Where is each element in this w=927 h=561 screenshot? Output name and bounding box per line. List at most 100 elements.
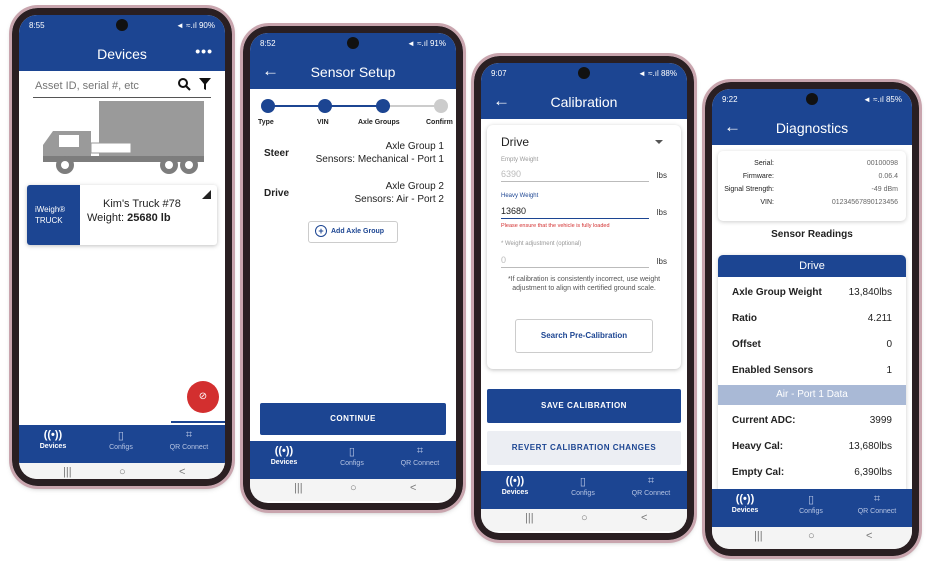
no-signal-icon: ⊘: [198, 391, 208, 402]
step-dot-vin: [318, 99, 332, 113]
reading-value: 13,840lbs: [848, 287, 892, 298]
device-name: Kim's Truck #78: [103, 198, 181, 210]
sensor-setup-screen: 8:52 ◄ ≈.ıl 91% ← Sensor Setup Type VIN …: [250, 33, 456, 503]
brand-line2: TRUCK: [35, 216, 63, 225]
device-card[interactable]: iWeigh® TRUCK Kim's Truck #78 Weight: 25…: [27, 185, 217, 245]
devices-icon: ((•)): [505, 475, 525, 487]
reading-key: Ratio: [732, 313, 757, 324]
tab-configs[interactable]: ▯ Configs: [87, 429, 155, 451]
home-icon[interactable]: ○: [581, 512, 588, 524]
tab-qr-connect[interactable]: ⌗ QR Connect: [617, 475, 685, 497]
recent-apps-icon[interactable]: |||: [754, 530, 763, 542]
continue-button[interactable]: CONTINUE: [260, 403, 446, 435]
tab-qr-connect[interactable]: ⌗ QR Connect: [844, 493, 910, 515]
axle-group-row[interactable]: Steer Axle Group 1 Sensors: Mechanical -…: [260, 141, 444, 169]
recent-apps-icon[interactable]: |||: [294, 482, 303, 494]
weight-adjustment-unit: lbs: [656, 257, 667, 266]
tab-configs[interactable]: ▯ Configs: [778, 493, 844, 515]
diagnostics-screen: 9:22 ◄ ≈.ıl 85% ← Diagnostics Serial: 001…: [712, 89, 912, 549]
status-icons: ◄ ≈.ıl 91%: [407, 39, 446, 48]
reading-key: Enabled Sensors: [732, 365, 814, 376]
bottom-nav: ((•)) Devices ▯ Configs ⌗ QR Connect: [19, 425, 225, 463]
heavy-weight-warning: Please ensure that the vehicle is fully …: [501, 223, 610, 229]
reading-value: 3999: [869, 415, 892, 426]
tab-devices[interactable]: ((•)) Devices: [712, 493, 778, 514]
axle-group-title: Axle Group 1: [385, 141, 444, 152]
tab-configs[interactable]: ▯ Configs: [549, 475, 617, 497]
more-icon[interactable]: •••: [195, 43, 213, 59]
info-value: 01234567890123456: [831, 199, 898, 206]
device-info-card: Serial: 00100098 Firmware: 0.06.4 Signal S…: [718, 151, 906, 221]
search-icon[interactable]: [177, 77, 191, 96]
truck-illustration: [39, 101, 209, 176]
reading-key: Current ADC:: [732, 415, 796, 426]
status-time: 8:55: [29, 21, 45, 30]
reading-key: Axle Group Weight: [732, 287, 822, 298]
page-title: Sensor Setup: [310, 64, 396, 80]
add-axle-group-label: Add Axle Group: [331, 228, 385, 235]
configs-icon: ▯: [117, 430, 124, 442]
info-value: -49 dBm: [871, 186, 898, 193]
empty-weight-unit: lbs: [656, 171, 667, 180]
empty-weight-field[interactable]: 6390: [501, 169, 649, 182]
devices-icon: ((•)): [735, 493, 755, 505]
recent-apps-icon[interactable]: |||: [525, 512, 534, 524]
home-icon[interactable]: ○: [350, 482, 357, 494]
reading-value: 6,390lbs: [854, 467, 892, 478]
search-pre-calibration-button[interactable]: Search Pre-Calibration: [515, 319, 653, 353]
tab-qr-connect[interactable]: ⌗ QR Connect: [155, 429, 223, 451]
qr-icon: ⌗: [873, 493, 881, 505]
back-icon[interactable]: <: [410, 482, 416, 494]
disconnect-fab[interactable]: ⊘: [187, 381, 219, 413]
system-nav: ||| ○ <: [19, 463, 225, 479]
back-icon[interactable]: <: [179, 466, 185, 478]
tab-devices[interactable]: ((•)) Devices: [250, 445, 318, 466]
home-icon[interactable]: ○: [808, 530, 815, 542]
reading-row: Enabled Sensors 1: [732, 365, 892, 376]
heavy-weight-field[interactable]: 13680: [501, 206, 649, 219]
camera-icon: [116, 19, 128, 31]
tab-configs[interactable]: ▯ Configs: [318, 445, 386, 467]
tab-devices[interactable]: ((•)) Devices: [19, 429, 87, 450]
sensor-readings-heading: Sensor Readings: [771, 229, 853, 240]
axle-group-row[interactable]: Drive Axle Group 2 Sensors: Air - Port 2: [260, 181, 444, 209]
revert-calibration-button[interactable]: REVERT CALIBRATION CHANGES: [487, 431, 681, 465]
filter-icon[interactable]: [199, 77, 211, 96]
status-time: 8:52: [260, 39, 276, 48]
back-icon[interactable]: <: [866, 530, 872, 542]
weight-adjustment-field[interactable]: 0: [501, 255, 649, 268]
phone-sensor-setup: 8:52 ◄ ≈.ıl 91% ← Sensor Setup Type VIN …: [240, 23, 466, 513]
phone-calibration: 9:07 ◄ ≈.ıl 88% ← Calibration Drive Empt…: [471, 53, 697, 543]
step-label-type: Type: [258, 119, 274, 126]
add-axle-group-button[interactable]: + Add Axle Group: [308, 221, 398, 243]
search-input[interactable]: [33, 79, 187, 93]
status-bar: 8:55 ◄ ≈.ıl 90%: [19, 15, 225, 37]
axle-select-value: Drive: [501, 135, 530, 149]
tab-indicator: [171, 421, 225, 423]
app-bar: ← Calibration: [481, 85, 687, 119]
brand-badge: iWeigh® TRUCK: [27, 185, 80, 245]
back-icon[interactable]: <: [641, 512, 647, 524]
status-bar: 9:22 ◄ ≈.ıl 85%: [712, 89, 912, 111]
page-title: Devices: [97, 46, 147, 62]
step-label-vin: VIN: [317, 119, 329, 126]
home-icon[interactable]: ○: [119, 466, 126, 478]
heavy-weight-label: Heavy Weight: [501, 193, 539, 199]
camera-icon: [347, 37, 359, 49]
tab-devices[interactable]: ((•)) Devices: [481, 475, 549, 496]
tab-devices-label: Devices: [39, 443, 67, 450]
recent-apps-icon[interactable]: |||: [63, 466, 72, 478]
devices-icon: ((•)): [274, 445, 294, 457]
step-dot-axle-groups: [376, 99, 390, 113]
app-bar: ← Sensor Setup: [250, 55, 456, 89]
save-calibration-button[interactable]: SAVE CALIBRATION: [487, 389, 681, 423]
tab-qr-connect[interactable]: ⌗ QR Connect: [386, 445, 454, 467]
axle-select[interactable]: Drive: [501, 133, 667, 153]
calibration-card: Drive Empty Weight 6390 lbs Heavy Weight…: [487, 125, 681, 369]
port-header: Air - Port 1 Data: [718, 385, 906, 405]
weight-label: Weight:: [87, 212, 125, 224]
weight-value: 25680 lb: [127, 212, 171, 224]
bottom-nav: ((•)) Devices ▯ Configs ⌗ QR Connect: [250, 441, 456, 479]
qr-icon: ⌗: [416, 445, 424, 457]
reading-value: 0: [886, 339, 892, 350]
